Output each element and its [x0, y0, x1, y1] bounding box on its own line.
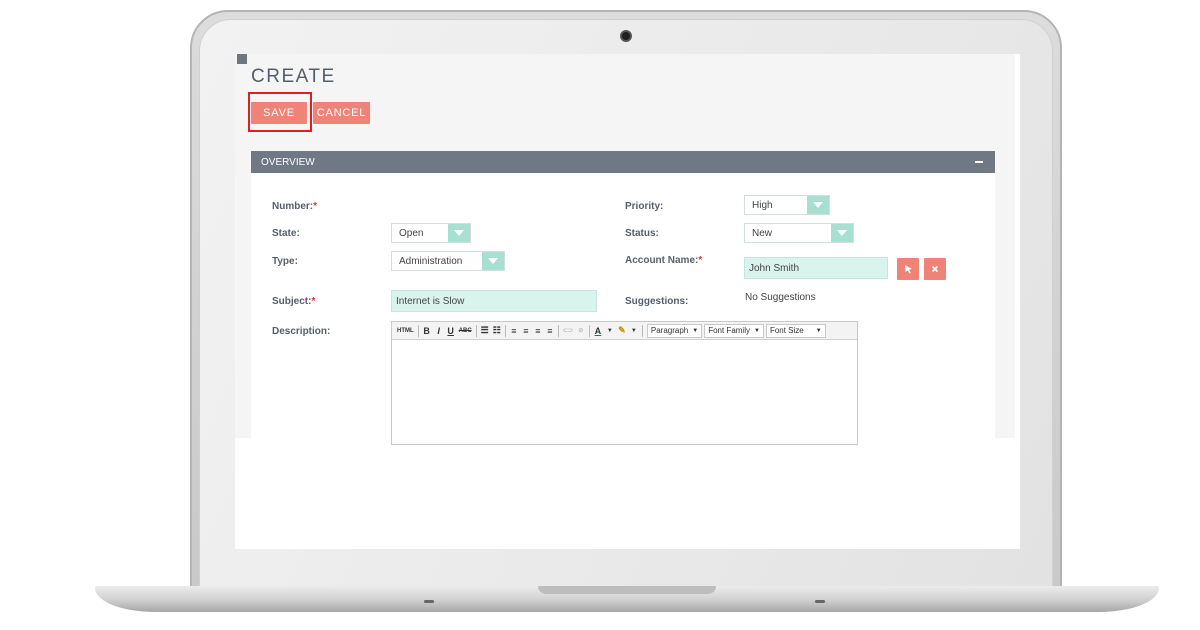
type-select-value: Administration	[399, 255, 463, 267]
align-justify-icon[interactable]: ≡	[545, 324, 555, 338]
description-editor[interactable]: HTML B I U ABC ☰ ☷ ≡ ≡ ≡ ≡ ⊂⊃ ⊘ A ▼ ✎ ▼ …	[391, 321, 858, 445]
toolbar-separator	[641, 324, 643, 337]
cursor-arrow-icon	[904, 265, 912, 274]
text-color-icon[interactable]: A	[593, 324, 603, 338]
unordered-list-icon[interactable]: ☰	[480, 324, 490, 338]
status-select[interactable]: New	[744, 223, 854, 243]
unlink-icon[interactable]: ⊘	[576, 324, 586, 338]
priority-select-value: High	[752, 199, 773, 211]
toolbar-separator	[557, 324, 559, 337]
priority-select[interactable]: High	[744, 195, 830, 215]
laptop-foot	[815, 600, 825, 603]
toolbar-separator	[417, 324, 419, 337]
paragraph-select-value: Paragraph	[650, 326, 689, 335]
laptop-notch	[538, 586, 716, 594]
align-right-icon[interactable]: ≡	[533, 324, 543, 338]
select-account-button[interactable]	[897, 258, 919, 280]
highlight-color-icon[interactable]: ✎	[617, 324, 627, 338]
chevron-down-icon: ▼	[815, 327, 822, 334]
collapse-icon[interactable]	[975, 161, 983, 163]
link-icon[interactable]: ⊂⊃	[562, 324, 574, 338]
status-label: Status:	[625, 228, 659, 239]
html-source-button[interactable]: HTML	[396, 324, 415, 338]
required-marker: *	[311, 296, 316, 307]
camera-icon	[620, 30, 632, 42]
page-title: CREATE	[251, 66, 336, 87]
app-view: CREATE SAVE CANCEL OVERVIEW Number:* Sta…	[235, 54, 1015, 445]
align-left-icon[interactable]: ≡	[509, 324, 519, 338]
overview-panel: OVERVIEW Number:* State: Type: Subject:*…	[251, 151, 995, 445]
clear-account-button[interactable]	[924, 258, 946, 280]
editor-toolbar: HTML B I U ABC ☰ ☷ ≡ ≡ ≡ ≡ ⊂⊃ ⊘ A ▼ ✎ ▼ …	[392, 322, 857, 340]
number-label: Number:*	[272, 201, 318, 212]
type-select[interactable]: Administration	[391, 251, 505, 271]
required-marker: *	[313, 201, 318, 212]
subject-input[interactable]: Internet is Slow	[391, 290, 597, 312]
paragraph-select[interactable]: Paragraph ▼	[646, 323, 703, 338]
chevron-down-icon[interactable]: ▼	[629, 324, 639, 338]
state-label: State:	[272, 228, 300, 239]
corner-tab[interactable]	[237, 54, 247, 64]
toolbar-separator	[475, 324, 477, 337]
chevron-down-icon: ▼	[754, 327, 760, 334]
align-center-icon[interactable]: ≡	[521, 324, 531, 338]
close-icon	[931, 265, 939, 273]
suggestions-label: Suggestions:	[625, 296, 689, 307]
account-name-label: Account Name:*	[625, 255, 703, 266]
underline-button[interactable]: U	[446, 324, 456, 338]
state-select-value: Open	[399, 227, 424, 239]
laptop-foot	[424, 600, 434, 603]
ordered-list-icon[interactable]: ☷	[492, 324, 502, 338]
description-label: Description:	[272, 326, 331, 337]
font-family-select[interactable]: Font Family ▼	[704, 323, 764, 338]
chevron-down-icon[interactable]	[831, 224, 853, 242]
font-size-select-value: Font Size	[769, 326, 804, 335]
font-family-select-value: Font Family	[708, 326, 750, 335]
type-label: Type:	[272, 256, 298, 267]
chevron-down-icon[interactable]: ▼	[605, 324, 615, 338]
status-select-value: New	[752, 227, 773, 239]
font-size-select[interactable]: Font Size ▼	[765, 323, 826, 338]
bold-button[interactable]: B	[422, 324, 432, 338]
chevron-down-icon: ▼	[692, 327, 699, 334]
chevron-down-icon[interactable]	[807, 196, 829, 214]
toolbar-separator	[504, 324, 506, 337]
chevron-down-icon[interactable]	[448, 224, 470, 242]
save-highlight-box	[248, 92, 312, 132]
priority-label: Priority:	[625, 201, 664, 212]
toolbar-separator	[588, 324, 590, 337]
account-name-input[interactable]: John Smith	[744, 257, 888, 279]
panel-title: OVERVIEW	[261, 156, 315, 168]
required-marker: *	[698, 255, 703, 266]
state-select[interactable]: Open	[391, 223, 471, 243]
italic-button[interactable]: I	[434, 324, 444, 338]
cancel-button[interactable]: CANCEL	[313, 102, 370, 124]
laptop-screen: CREATE SAVE CANCEL OVERVIEW Number:* Sta…	[235, 54, 1020, 549]
subject-label: Subject:*	[272, 296, 316, 307]
suggestions-value: No Suggestions	[745, 292, 816, 303]
chevron-down-icon[interactable]	[482, 252, 504, 270]
strikethrough-button[interactable]: ABC	[458, 324, 473, 338]
panel-header[interactable]: OVERVIEW	[251, 151, 995, 173]
